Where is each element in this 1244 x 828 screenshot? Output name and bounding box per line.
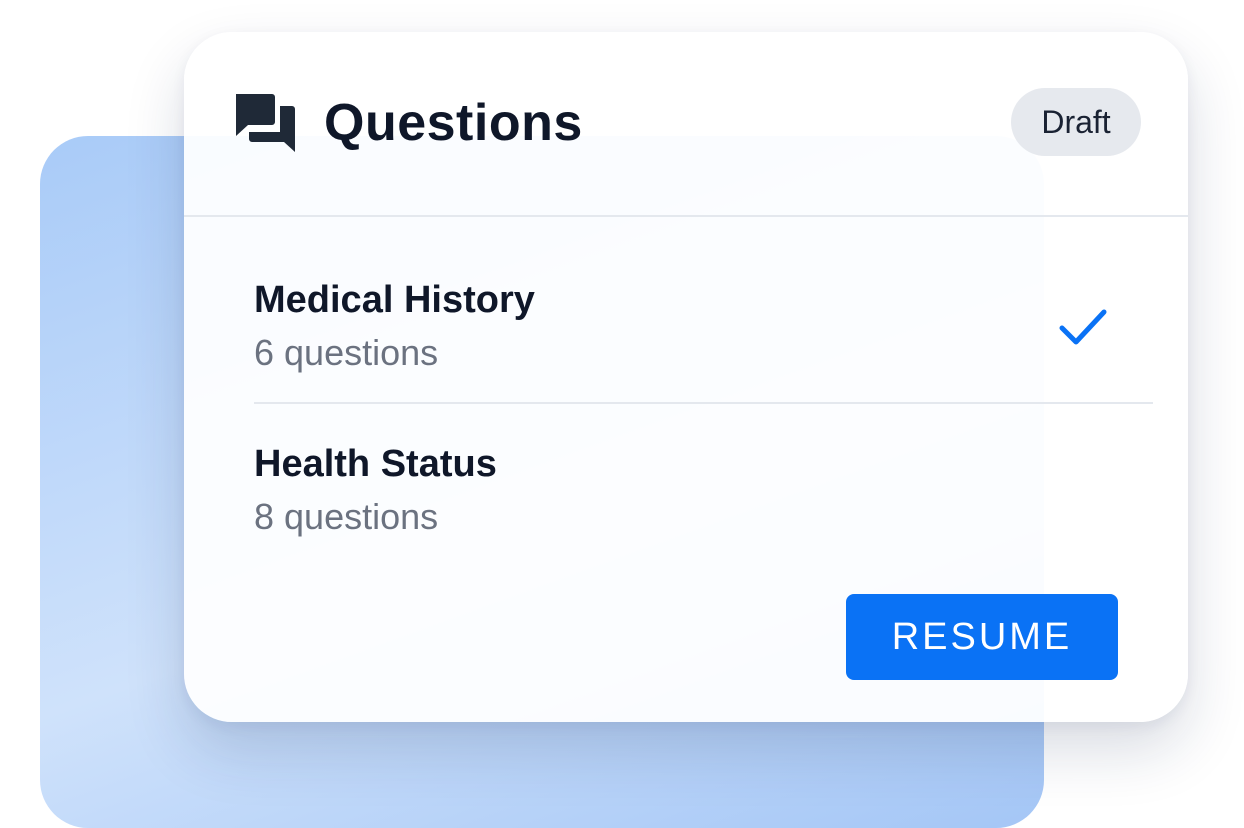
row-divider <box>254 402 1153 404</box>
section-title: Health Status <box>254 443 497 485</box>
section-question-count: 6 questions <box>254 332 439 373</box>
status-badge: Draft <box>1011 88 1141 156</box>
section-item-health-status[interactable]: Health Status 8 questions <box>254 436 1154 556</box>
header-divider <box>184 215 1188 217</box>
checkmark-icon <box>1054 302 1114 352</box>
resume-button[interactable]: RESUME <box>846 594 1118 680</box>
chat-bubbles-icon <box>234 92 296 154</box>
section-title: Medical History <box>254 279 535 321</box>
stage: Questions Draft Medical History 6 questi… <box>0 0 1244 828</box>
questions-card: Questions Draft Medical History 6 questi… <box>184 32 1188 722</box>
section-question-count: 8 questions <box>254 496 439 537</box>
section-item-medical-history[interactable]: Medical History 6 questions <box>254 272 1154 392</box>
page-title: Questions <box>324 94 583 152</box>
card-header: Questions Draft <box>184 32 1188 217</box>
